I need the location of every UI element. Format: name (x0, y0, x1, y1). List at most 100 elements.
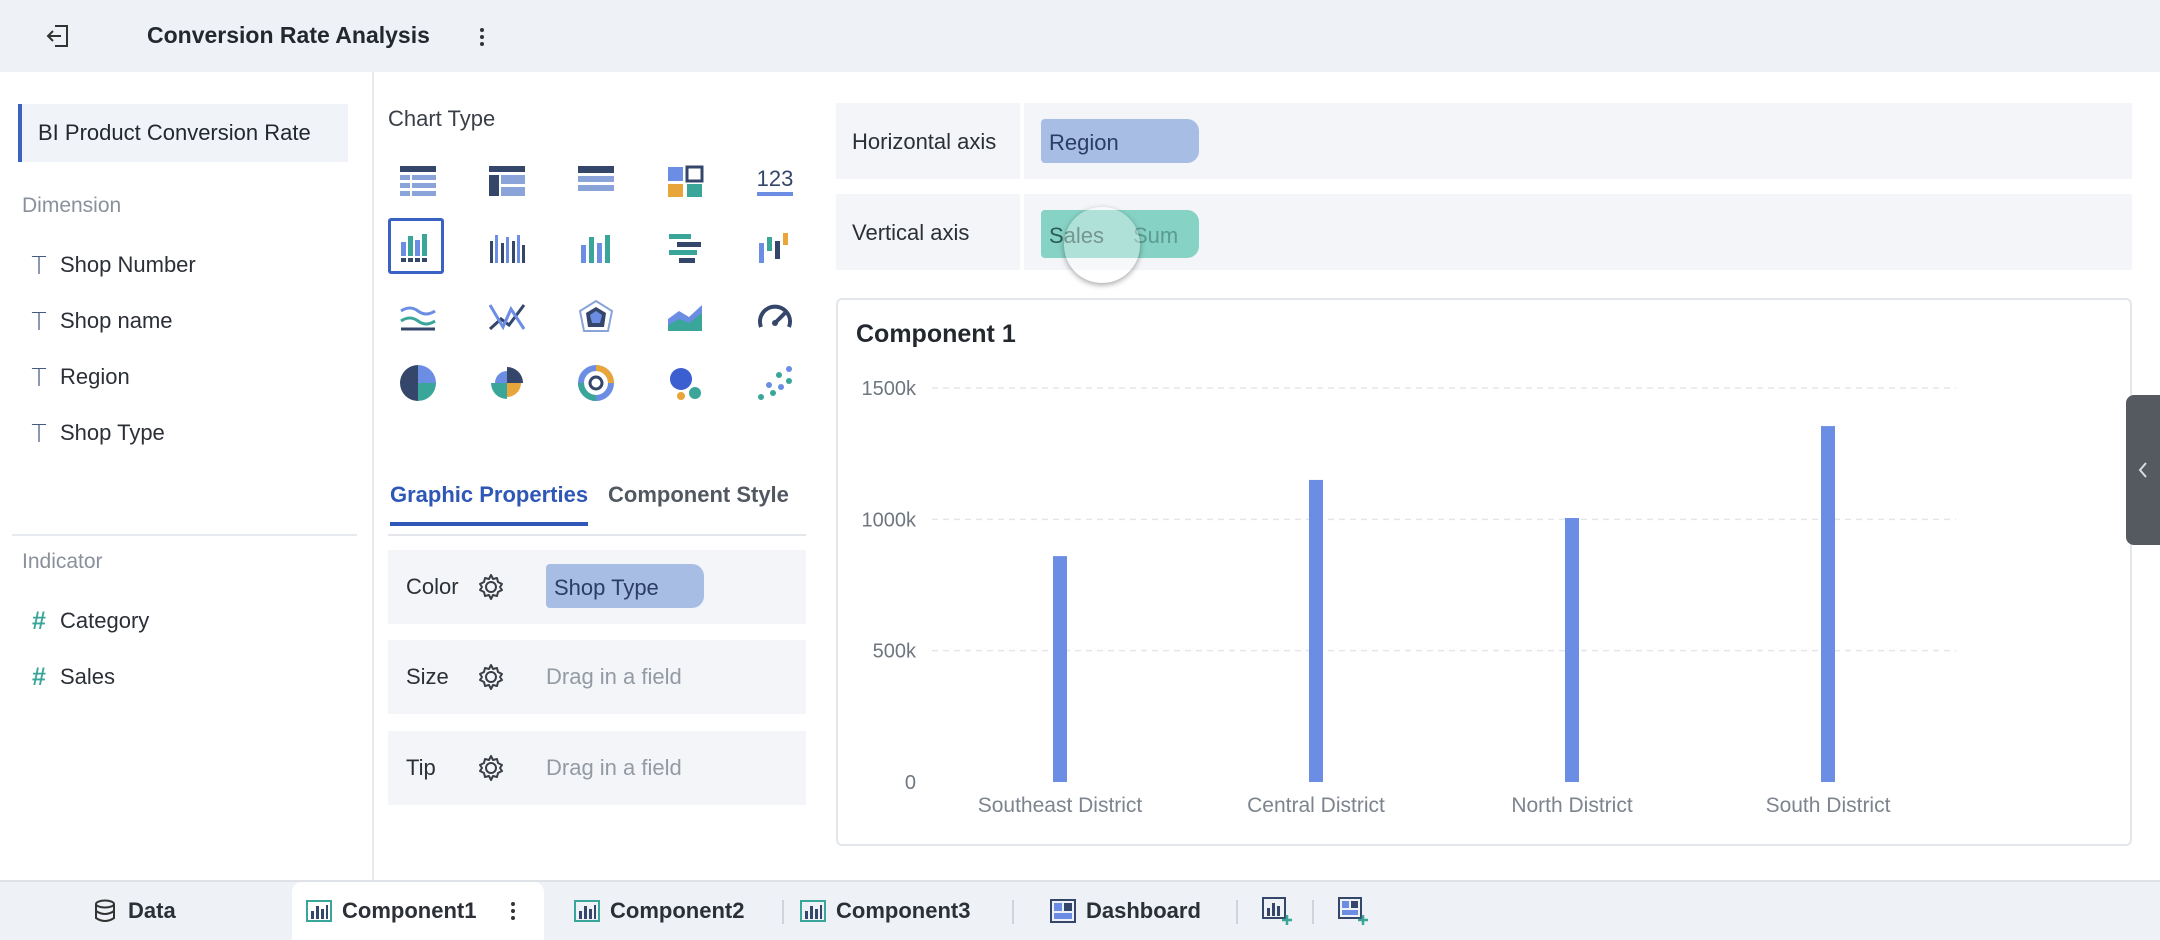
x-tick-label: Southeast District (978, 794, 1143, 817)
horizontal-axis-row: Horizontal axis Region (836, 103, 2132, 179)
area-chart-icon[interactable] (660, 292, 710, 342)
chevron-left-icon (2138, 462, 2147, 478)
add-component-button[interactable] (1262, 882, 1302, 940)
tab-separator (1012, 900, 1014, 924)
y-tick-label: 1500k (862, 378, 917, 400)
ring-chart-icon[interactable] (571, 358, 621, 408)
bar-chart-tab-icon (800, 900, 826, 922)
dimension-field[interactable]: T Shop Number (28, 245, 195, 285)
gauge-icon[interactable] (750, 292, 800, 342)
kebab-menu-icon[interactable] (468, 22, 496, 52)
indicator-section-label: Indicator (22, 550, 103, 573)
rose-chart-icon[interactable] (482, 358, 532, 408)
pie-chart-icon[interactable] (393, 358, 443, 408)
horizontal-axis-field-pill[interactable]: Region (1041, 119, 1199, 163)
color-label: Color (406, 574, 459, 599)
tab-component-style[interactable]: Component Style (608, 482, 789, 508)
property-tabs: Graphic Properties Component Style (388, 478, 806, 536)
gear-icon[interactable] (476, 662, 506, 692)
divider (1020, 194, 1024, 270)
top-header: Conversion Rate Analysis (0, 0, 2160, 72)
indicator-field[interactable]: # Category (28, 601, 149, 641)
vertical-axis-label: Vertical axis (852, 220, 970, 245)
indicator-field[interactable]: # Sales (28, 657, 115, 697)
dashboard-icon (1050, 899, 1076, 923)
bar-chart-tab-icon (574, 900, 600, 922)
page-title: Conversion Rate Analysis (147, 22, 430, 48)
database-icon (95, 899, 115, 922)
detail-table-icon[interactable] (571, 157, 621, 207)
svg-text:123: 123 (757, 166, 794, 191)
tab-component3[interactable]: Component3 (800, 882, 970, 940)
line-chart-icon[interactable] (393, 292, 443, 342)
text-type-icon: T (31, 306, 47, 336)
bar-chart-tab-icon (306, 900, 332, 922)
add-dashboard-button[interactable] (1338, 882, 1378, 940)
tip-label: Tip (406, 755, 436, 780)
radar-chart-icon[interactable] (571, 292, 621, 342)
text-type-icon: T (31, 418, 47, 448)
cross-table-icon[interactable] (482, 157, 532, 207)
bar (1821, 426, 1835, 782)
stacked-bar-icon[interactable] (571, 224, 621, 274)
chart-card: Component 1 0 500k 1000k 1500k Southeast Dis… (836, 298, 2132, 846)
dimension-field[interactable]: T Region (28, 357, 129, 397)
section-divider (12, 534, 357, 536)
waterfall-icon[interactable] (750, 224, 800, 274)
horizontal-bar-icon[interactable] (660, 224, 710, 274)
bottom-tab-bar: Data Component1 Component2 Component3 Da… (0, 880, 2160, 940)
tab-data[interactable]: Data (92, 882, 176, 940)
vertical-axis-row: Vertical axis Sales Sum (836, 194, 2132, 270)
tab-component1[interactable]: Component1 (292, 882, 544, 940)
grouped-bar-icon[interactable] (482, 224, 532, 274)
dataset-item[interactable]: BI Product Conversion Rate (18, 104, 348, 162)
number-type-icon: # (32, 662, 46, 691)
chart-type-label: Chart Type (388, 106, 496, 131)
dataset-name: BI Product Conversion Rate (38, 120, 311, 145)
horizontal-axis-label: Horizontal axis (852, 129, 997, 154)
collapse-panel-button[interactable] (2126, 395, 2160, 545)
add-chart-icon (1262, 897, 1292, 925)
size-drop-zone[interactable]: Drag in a field (546, 664, 682, 690)
number-indicator-icon[interactable]: 123 (750, 157, 800, 207)
card-icon[interactable] (660, 157, 710, 207)
x-tick-label: Central District (1247, 794, 1385, 817)
dimension-field[interactable]: T Shop Type (28, 413, 164, 453)
scatter-chart-icon[interactable] (750, 358, 800, 408)
tab-component2[interactable]: Component2 (574, 882, 744, 940)
dimension-field[interactable]: T Shop name (28, 301, 172, 341)
text-type-icon: T (31, 250, 47, 280)
y-tick-label: 0 (905, 772, 916, 794)
gear-icon[interactable] (476, 753, 506, 783)
size-label: Size (406, 664, 449, 689)
tab-separator (1236, 900, 1238, 924)
bar-chart-icon[interactable] (388, 218, 444, 274)
field-panel: BI Product Conversion Rate Dimension T Sh… (0, 72, 374, 880)
tip-drop-zone[interactable]: Drag in a field (546, 755, 682, 781)
bar (1565, 518, 1579, 782)
color-field-pill[interactable]: Shop Type (546, 564, 704, 608)
color-property-row: Color Shop Type (388, 550, 806, 624)
dimension-section-label: Dimension (22, 194, 122, 217)
y-tick-label: 1000k (862, 509, 917, 531)
gear-icon[interactable] (476, 572, 506, 602)
text-type-icon: T (31, 362, 47, 392)
x-tick-label: North District (1511, 794, 1633, 817)
exit-icon[interactable] (40, 18, 76, 54)
add-dashboard-icon (1338, 897, 1368, 925)
tip-property-row: Tip Drag in a field (388, 731, 806, 805)
bar-chart: 0 500k 1000k 1500k Southeast District Central… (862, 378, 1956, 817)
bar (1309, 479, 1323, 782)
tab-separator (1312, 900, 1314, 924)
multi-line-icon[interactable] (482, 292, 532, 342)
kebab-menu-icon[interactable] (510, 901, 516, 921)
number-type-icon: # (32, 606, 46, 635)
cursor-indicator (1064, 207, 1140, 283)
bubble-chart-icon[interactable] (660, 358, 710, 408)
x-tick-label: South District (1766, 794, 1891, 817)
tab-dashboard[interactable]: Dashboard (1050, 882, 1201, 940)
y-tick-label: 500k (873, 641, 917, 663)
tab-separator (782, 900, 784, 924)
table-icon[interactable] (393, 157, 443, 207)
tab-graphic-properties[interactable]: Graphic Properties (390, 482, 589, 526)
